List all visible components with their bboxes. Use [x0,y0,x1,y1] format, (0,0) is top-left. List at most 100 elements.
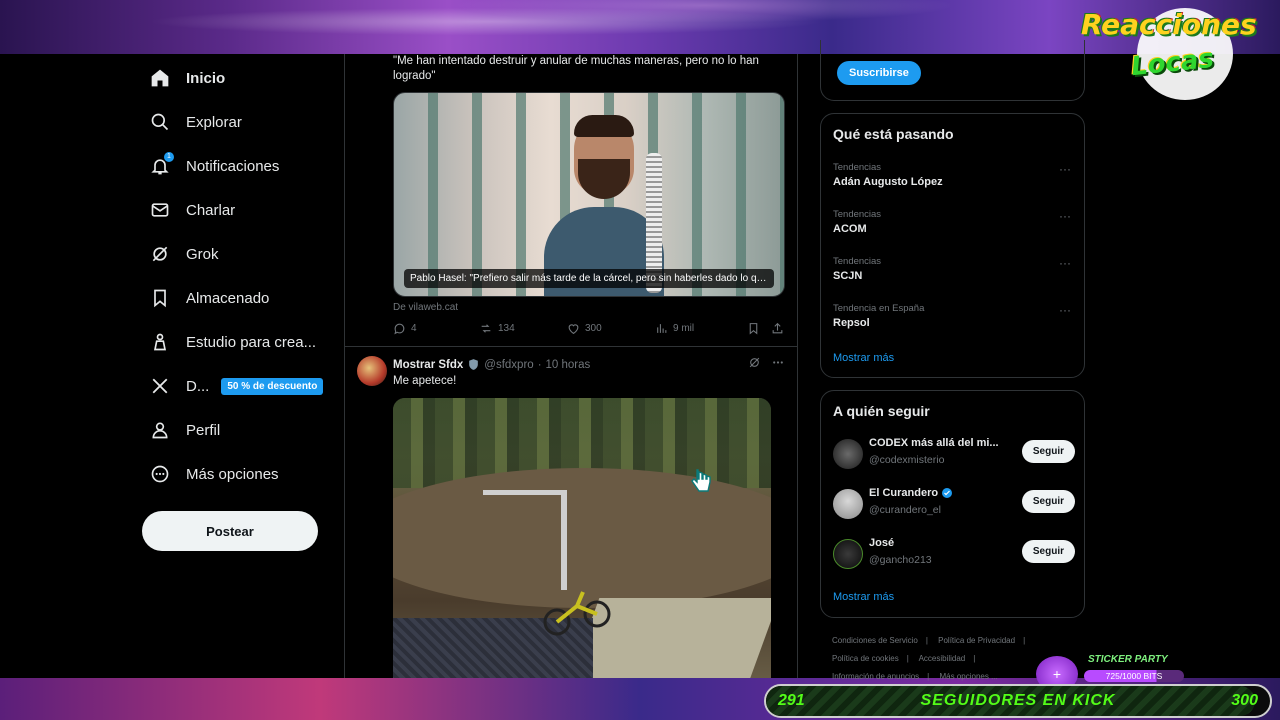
more-options-icon[interactable]: ··· [1059,303,1071,317]
trend-topic: Adán Augusto López [833,176,943,188]
nav-item-explorar[interactable]: Explorar [142,100,342,144]
follow-suggestion[interactable]: José @gancho213 Seguir [833,537,1075,573]
reply-count: 4 [411,323,417,334]
follow-suggestion[interactable]: CODEX más allá del mi... @codexmisterio … [833,437,1075,473]
follow-name: CODEX más allá del mi... [869,437,999,449]
who-to-follow-card: A quién seguir CODEX más allá del mi... … [820,390,1085,618]
nav-item-label: Grok [186,245,219,263]
trend-item[interactable]: Tendencias ACOM ··· [833,209,1073,235]
footer-link[interactable]: Más opciones ... [939,672,997,681]
reply-icon [394,323,405,335]
footer-link[interactable]: Condiciones de Servicio [832,636,918,645]
footer-link[interactable]: Política de cookies [832,654,899,663]
tweet-divider [345,346,797,347]
tweet-author-name[interactable]: Mostrar Sfdx [393,359,463,371]
tweet-media-image[interactable]: Pablo Hasel: "Prefiero salir más tarde d… [393,92,785,297]
footer-link[interactable]: Accesibilidad [919,654,966,663]
footer-separator: | [927,672,930,681]
nav-item-inicio[interactable]: Inicio [142,56,342,100]
tweet-header: Mostrar Sfdx @sfdxpro · 10 horas [393,358,590,371]
link-source[interactable]: De vilaweb.cat [393,302,458,313]
footer-separator: | [906,654,909,663]
reply-button[interactable]: 4 [393,322,479,335]
more-options-icon[interactable]: ··· [1059,209,1071,223]
trend-category: Tendencias [833,209,882,220]
views-count: 9 mil [673,323,695,334]
retweet-button[interactable]: 134 [479,322,567,335]
nav-item-mas-opciones[interactable]: Más opciones [142,452,342,496]
follow-show-more-link[interactable]: Mostrar más [833,591,894,603]
like-button[interactable]: 300 [567,322,655,335]
trend-item[interactable]: Tendencia en España Repsol ··· [833,303,1073,329]
tweet-author-handle[interactable]: @sfdxpro [484,359,533,371]
avatar[interactable] [357,356,387,386]
follow-name: José [869,537,895,549]
tweet-time[interactable]: 10 horas [546,359,591,371]
retweet-icon [481,324,491,333]
trends-show-more-link[interactable]: Mostrar más [833,352,894,364]
avatar [833,489,863,519]
bookmark-icon [749,323,758,335]
share-button[interactable] [771,322,784,335]
post-button[interactable]: Postear [142,511,318,551]
channel-logo: Reacciones Locas [1081,2,1266,100]
nav-item-label: Almacenado [186,289,270,307]
nav-item-perfil[interactable]: Perfil [142,408,342,452]
retweet-count: 134 [498,323,515,334]
nav-item-premium[interactable]: D... 50 % de descuento [142,364,342,408]
trend-item[interactable]: Tendencias SCJN ··· [833,256,1073,282]
hand-cursor-icon [691,469,711,492]
heart-icon [568,324,579,335]
follow-button[interactable]: Seguir [1021,440,1075,463]
subscribe-button[interactable]: Suscribirse [837,61,921,85]
more-options-icon[interactable]: ··· [1059,256,1071,270]
trends-card: Qué está pasando Tendencias Adán Augusto… [820,113,1085,378]
trends-title: Qué está pasando [833,126,954,142]
creator-studio-icon [150,332,170,352]
footer-link[interactable]: Política de Privacidad [938,636,1015,645]
nav-item-notificaciones[interactable]: 1 Notificaciones [142,144,342,188]
more-options-icon[interactable]: ··· [1059,162,1071,176]
search-icon [150,112,170,132]
nav-item-label: Perfil [186,421,221,439]
follow-handle: @curandero_el [869,504,941,516]
more-circle-icon [150,464,170,484]
follow-handle: @codexmisterio [869,454,945,466]
sticker-party-widget: + STICKER PARTY 725/1000 BITS [1036,654,1186,692]
tweet-actions: 4 134 300 9 mil [393,322,789,335]
timeline: "Me han intentado destruir y anular de m… [344,54,798,678]
follow-suggestion[interactable]: El Curandero @curandero_el Seguir [833,487,1075,523]
more-options-icon [773,361,783,364]
follow-name-row: El Curandero [869,487,953,499]
grok-icon [749,357,760,368]
mail-icon [150,200,170,220]
verified-badge-icon [942,488,953,498]
nav-item-label: Estudio para crea... [186,333,317,351]
nav-item-grok[interactable]: Grok [142,232,342,276]
x-logo-icon [150,376,170,396]
follow-button[interactable]: Seguir [1021,490,1075,513]
footer-link[interactable]: Información de anuncios [832,672,919,681]
views-button[interactable]: 9 mil [655,322,747,335]
notification-badge: 1 [164,152,174,162]
goal-label: SEGUIDORES EN KICK [920,692,1116,709]
bell-icon: 1 [150,152,174,176]
like-count: 300 [585,323,602,334]
nav-item-estudio[interactable]: Estudio para crea... [142,320,342,364]
tweet-media-video[interactable] [393,398,771,678]
follow-handle: @gancho213 [869,554,932,566]
nav-item-charlar[interactable]: Charlar [142,188,342,232]
bookmark-button[interactable] [747,322,771,335]
tweet-text: Me apetece! [393,375,457,387]
trend-item[interactable]: Tendencias Adán Augusto López ··· [833,162,1073,188]
nav-item-label: Inicio [186,69,226,87]
nav-item-label: Explorar [186,113,242,131]
nav-item-almacenado[interactable]: Almacenado [142,276,342,320]
follow-button[interactable]: Seguir [1021,540,1075,563]
tweet-separator: · [537,358,542,371]
bookmark-icon [150,288,170,308]
share-icon [772,322,783,334]
goal-current: 291 [778,692,805,709]
avatar [833,439,863,469]
sticker-progress-bar: 725/1000 BITS [1084,670,1184,682]
